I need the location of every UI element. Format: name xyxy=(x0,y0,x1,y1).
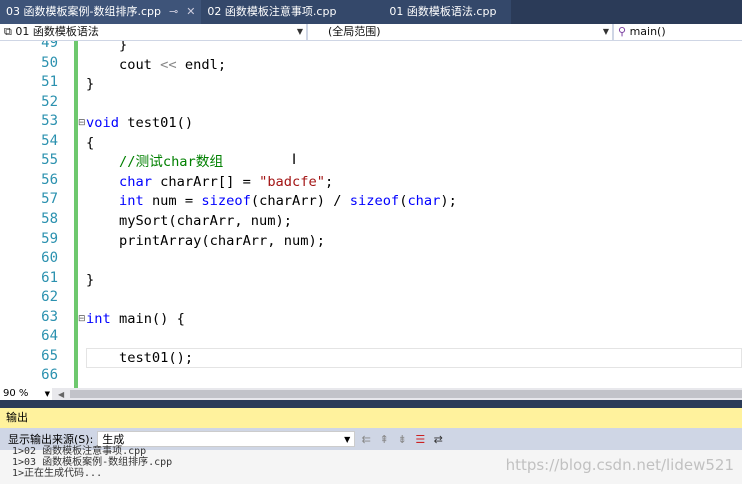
line-number: 58 xyxy=(41,210,58,227)
project-icon: ⧉ xyxy=(4,25,16,38)
project-value: 01 函数模板语法 xyxy=(15,25,99,38)
code-line: char charArr[] = "badcfe"; xyxy=(118,173,334,190)
line-number: 53 xyxy=(41,113,58,130)
member-dropdown[interactable]: ⚲ main() xyxy=(614,24,742,40)
pin-icon[interactable]: ⊸ xyxy=(169,0,178,24)
watermark: https://blog.csdn.net/lidew521 xyxy=(505,456,734,474)
code-line: //测试char数组 xyxy=(118,154,224,171)
tab-label: 03 函数模板案例-数组排序.cpp xyxy=(6,5,161,18)
code-editor[interactable]: 49 50 51 52 53 54 55 56 57 58 59 60 61 62 63 64 65 66 } c… xyxy=(0,41,742,388)
collapse-icon[interactable]: ⊟ xyxy=(78,118,86,128)
zoom-value: 90 % xyxy=(3,388,29,399)
code-line: void test01() xyxy=(86,115,194,132)
line-number: 50 xyxy=(41,54,58,71)
code-line: } xyxy=(86,41,128,53)
scrollbar-thumb[interactable] xyxy=(70,390,742,398)
member-value: main() xyxy=(629,25,666,38)
line-number: 54 xyxy=(41,132,58,149)
chevron-down-icon: ▼ xyxy=(296,27,303,36)
horizontal-scrollbar[interactable]: 90 % ▼ ◀ xyxy=(0,388,742,400)
line-number: 57 xyxy=(41,191,58,208)
goto-error-icon[interactable]: ⇇ xyxy=(359,433,373,446)
next-message-icon[interactable]: ⇟ xyxy=(395,433,409,446)
project-dropdown[interactable]: ⧉ 01 函数模板语法 ▼ xyxy=(0,24,306,40)
chevron-down-icon: ▼ xyxy=(602,27,609,36)
code-line: cout << endl; xyxy=(86,56,227,73)
code-line: } xyxy=(86,76,95,93)
tab-01[interactable]: 01 函数模板语法.cpp xyxy=(361,0,512,24)
scope-value: (全局范围) xyxy=(328,25,381,38)
previous-message-icon[interactable]: ⇞ xyxy=(377,433,391,446)
line-number: 59 xyxy=(41,230,58,247)
line-number: 56 xyxy=(41,171,58,188)
clear-all-icon[interactable]: ☰ xyxy=(413,433,427,446)
output-panel-title: 输出 xyxy=(0,408,742,428)
collapse-icon[interactable]: ⊟ xyxy=(78,314,86,324)
line-number: 51 xyxy=(41,74,58,91)
change-indicator xyxy=(74,41,78,388)
code-line: int main() { xyxy=(86,310,185,327)
line-number: 63 xyxy=(41,308,58,325)
text-cursor-icon: I xyxy=(292,152,297,168)
line-number: 62 xyxy=(41,289,58,306)
line-number: 60 xyxy=(41,250,58,267)
close-icon[interactable]: ✕ xyxy=(186,0,195,24)
line-number: 55 xyxy=(41,152,58,169)
line-numbers: 49 50 51 52 53 54 55 56 57 58 59 60 61 62 63 64 65 66 xyxy=(0,41,62,388)
output-source-dropdown[interactable]: 生成 ▼ xyxy=(97,431,356,447)
code-line: test01(); xyxy=(86,349,194,366)
line-number: 64 xyxy=(41,328,58,345)
line-number: 66 xyxy=(41,367,58,384)
line-number: 52 xyxy=(41,93,58,110)
tab-02[interactable]: 02 函数模板注意事项.cpp xyxy=(201,0,362,24)
line-number: 49 xyxy=(41,41,58,51)
function-icon: ⚲ xyxy=(618,25,630,38)
code-line: printArray(charArr, num); xyxy=(86,232,325,249)
output-source-value: 生成 xyxy=(102,433,125,446)
chevron-down-icon: ▼ xyxy=(44,390,50,398)
scope-dropdown[interactable]: (全局范围) ▼ xyxy=(308,24,612,40)
line-number: 65 xyxy=(41,347,58,364)
output-source-label: 显示输出来源(S): xyxy=(8,433,94,446)
zoom-dropdown[interactable]: 90 % ▼ xyxy=(0,388,52,400)
tab-03[interactable]: 03 函数模板案例-数组排序.cpp ⊸ ✕ xyxy=(0,0,202,24)
document-tabs: 03 函数模板案例-数组排序.cpp ⊸ ✕ 02 函数模板注意事项.cpp 01 … xyxy=(0,0,742,24)
code-line: int num = sizeof(charArr) / sizeof(char)… xyxy=(118,193,457,210)
code-line: { xyxy=(86,134,95,151)
scroll-left-icon[interactable]: ◀ xyxy=(58,390,64,399)
word-wrap-icon[interactable]: ⇄ xyxy=(431,433,445,446)
line-number: 61 xyxy=(41,269,58,286)
code-line: } xyxy=(86,271,95,288)
navigation-bar: ⧉ 01 函数模板语法 ▼ (全局范围) ▼ ⚲ main() xyxy=(0,24,742,41)
code-line: mySort(charArr, num); xyxy=(86,212,293,229)
